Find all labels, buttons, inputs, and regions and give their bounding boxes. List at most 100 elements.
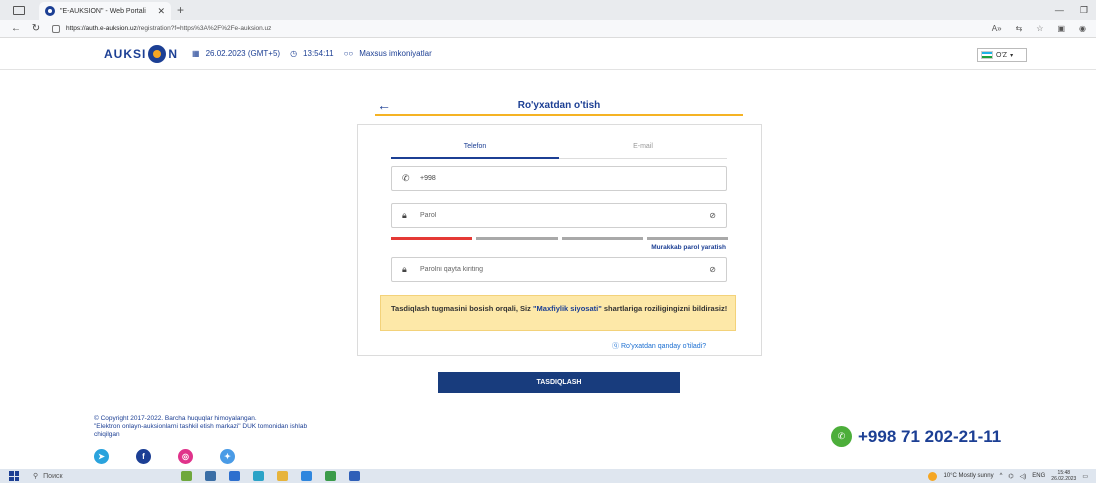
collections-icon[interactable]: ▣	[1057, 24, 1065, 33]
eye-slash-icon[interactable]: ⊘	[709, 265, 716, 274]
taskbar-apps	[181, 471, 360, 481]
sun-icon	[928, 471, 938, 481]
input-language[interactable]: ENG	[1032, 473, 1045, 479]
question-icon: ⓠ	[612, 343, 621, 350]
chevron-up-icon[interactable]: ^	[1000, 473, 1003, 479]
profile-icon[interactable]: ◉	[1079, 24, 1086, 33]
taskbar-search[interactable]: ⚲ Поиск	[33, 470, 153, 482]
privacy-policy-link[interactable]: "Maxfiylik siyosati"	[533, 304, 602, 313]
site-favicon-icon	[45, 6, 55, 16]
password-strength-meter	[391, 237, 728, 240]
url-path: /registration?f=https%3A%2F%2Fe-auksion.…	[136, 25, 272, 32]
logo-mark-icon	[148, 44, 167, 63]
taskbar-clock[interactable]: 15:48 26.02.2023	[1051, 470, 1076, 482]
restore-icon[interactable]: ❐	[1080, 5, 1088, 16]
edge-icon[interactable]	[253, 471, 264, 481]
notifications-icon[interactable]: ▭	[1082, 473, 1088, 480]
auth-method-tabs: Telefon E-mail	[391, 143, 727, 159]
form-header: Ro'yxatdan o'tish ←	[375, 96, 743, 116]
language-select[interactable]: O'Z ▾	[977, 48, 1027, 62]
minimize-icon[interactable]: —	[1055, 5, 1064, 16]
eye-slash-icon[interactable]: ⊘	[709, 211, 716, 220]
phone-call-icon: ✆	[831, 426, 852, 447]
strength-segment	[476, 237, 558, 240]
generate-password-link[interactable]: Murakkab parol yaratish	[651, 244, 726, 251]
password-field[interactable]: 🔒︎ ⊘	[391, 203, 727, 228]
phone-icon: ✆	[402, 173, 410, 183]
header-time: 13:54:11	[303, 49, 334, 58]
privacy-notice: Tasdiqlash tugmasini bosish orqali, Siz …	[380, 295, 736, 331]
close-tab-icon[interactable]: ✕	[157, 6, 165, 17]
glasses-icon: ○○	[343, 49, 354, 58]
tab-title: "E-AUKSION" - Web Portali	[60, 7, 146, 15]
windows-start-icon[interactable]	[9, 471, 19, 481]
phone-input[interactable]	[420, 175, 680, 182]
weather-text[interactable]: 10°C Mostly sunny	[943, 473, 993, 479]
support-phone[interactable]: ✆ +998 71 202-21-11	[831, 426, 1001, 447]
store-icon[interactable]	[229, 471, 240, 481]
favorite-star-icon[interactable]: ☆	[1036, 24, 1043, 33]
twitter-icon[interactable]: ✦	[220, 449, 235, 464]
copyright-line: © Copyright 2017-2022. Barcha huquqlar h…	[94, 415, 257, 422]
browser-tab-bar: "E-AUKSION" - Web Portali ✕ + — ❐	[0, 0, 1096, 20]
header-info: ▦ 26.02.2023 (GMT+5) ◷ 13:54:11 ○○ Maxsu…	[192, 49, 432, 58]
calendar-icon: ▦	[192, 49, 200, 58]
social-links: ➤ f ◎ ✦	[94, 449, 235, 464]
submit-button[interactable]: TASDIQLASH	[438, 372, 680, 393]
clock-date: 26.02.2023	[1051, 476, 1077, 482]
logo-text-left: AUKSI	[104, 46, 147, 61]
instagram-icon[interactable]: ◎	[178, 449, 193, 464]
copyright-developer: "Elektron onlayn-auksionlarni tashkil et…	[94, 423, 308, 438]
file-explorer-icon[interactable]	[277, 471, 288, 481]
accessibility-link[interactable]: Maxsus imkoniyatlar	[359, 49, 431, 58]
url-field[interactable]: https://auth.e-auksion.uz/registration?f…	[52, 22, 972, 36]
language-label: O'Z	[996, 51, 1008, 59]
lock-icon: 🔒︎	[402, 264, 407, 274]
search-icon: ⚲	[33, 473, 39, 480]
password-input[interactable]	[420, 212, 680, 219]
repeat-password-input[interactable]	[420, 266, 680, 273]
read-aloud-icon[interactable]: A»	[992, 24, 1002, 33]
site-logo[interactable]: AUKSI N	[104, 44, 179, 63]
refresh-icon[interactable]: ↻	[26, 23, 46, 34]
browser-toolbar: A» ⇆ ☆ ▣ ◉	[992, 24, 1086, 33]
word-icon[interactable]	[349, 471, 360, 481]
tab-phone[interactable]: Telefon	[391, 143, 559, 159]
site-header: AUKSI N ▦ 26.02.2023 (GMT+5) ◷ 13:54:11 …	[0, 38, 1096, 70]
task-view-icon[interactable]	[205, 471, 216, 481]
address-bar: ← ↻ https://auth.e-auksion.uz/registrati…	[0, 20, 1096, 38]
page-title: Ro'yxatdan o'tish	[517, 99, 601, 111]
header-date: 26.02.2023 (GMT+5)	[205, 49, 281, 58]
mail-icon[interactable]	[301, 471, 312, 481]
volume-icon[interactable]: ◁)	[1020, 473, 1027, 480]
new-tab-icon[interactable]: +	[177, 3, 184, 17]
back-icon[interactable]: ←	[6, 23, 26, 34]
tab-email[interactable]: E-mail	[559, 143, 727, 159]
uzbek-flag-icon	[981, 51, 993, 59]
tab-actions-icon[interactable]	[13, 5, 25, 15]
telegram-icon[interactable]: ➤	[94, 449, 109, 464]
strength-segment	[561, 237, 643, 240]
taskbar-search-label: Поиск	[43, 472, 63, 480]
lock-icon	[52, 24, 60, 33]
url-host: https://auth.e-auksion.uz	[66, 25, 137, 32]
phone-field[interactable]: ✆	[391, 166, 727, 191]
notice-text: Tasdiqlash tugmasini bosish orqali, Siz	[391, 304, 533, 313]
weather-widget-icon[interactable]	[181, 471, 192, 481]
network-icon[interactable]: ⌬	[1008, 473, 1013, 480]
chrome-icon[interactable]	[325, 471, 336, 481]
translate-icon[interactable]: ⇆	[1016, 24, 1023, 33]
help-link[interactable]: ⓠ Ro'yxatdan qanday o'tiladi?	[612, 341, 706, 351]
copyright: © Copyright 2017-2022. Barcha huquqlar h…	[94, 415, 314, 439]
help-link-label: Ro'yxatdan qanday o'tiladi?	[620, 343, 707, 350]
chevron-down-icon: ▾	[1010, 52, 1014, 59]
notice-text-end: shartlariga roziligingizni bildirasiz!	[601, 304, 728, 313]
repeat-password-field[interactable]: 🔒︎ ⊘	[391, 257, 727, 282]
facebook-icon[interactable]: f	[136, 449, 151, 464]
strength-segment	[646, 237, 728, 240]
logo-text-right: N	[168, 46, 179, 61]
windows-taskbar: ⚲ Поиск 10°C Mostly sunny ^ ⌬ ◁) ENG 15:…	[0, 469, 1096, 483]
lock-icon: 🔒︎	[402, 210, 407, 220]
strength-segment	[391, 237, 473, 240]
browser-tab[interactable]: "E-AUKSION" - Web Portali ✕	[39, 2, 171, 20]
